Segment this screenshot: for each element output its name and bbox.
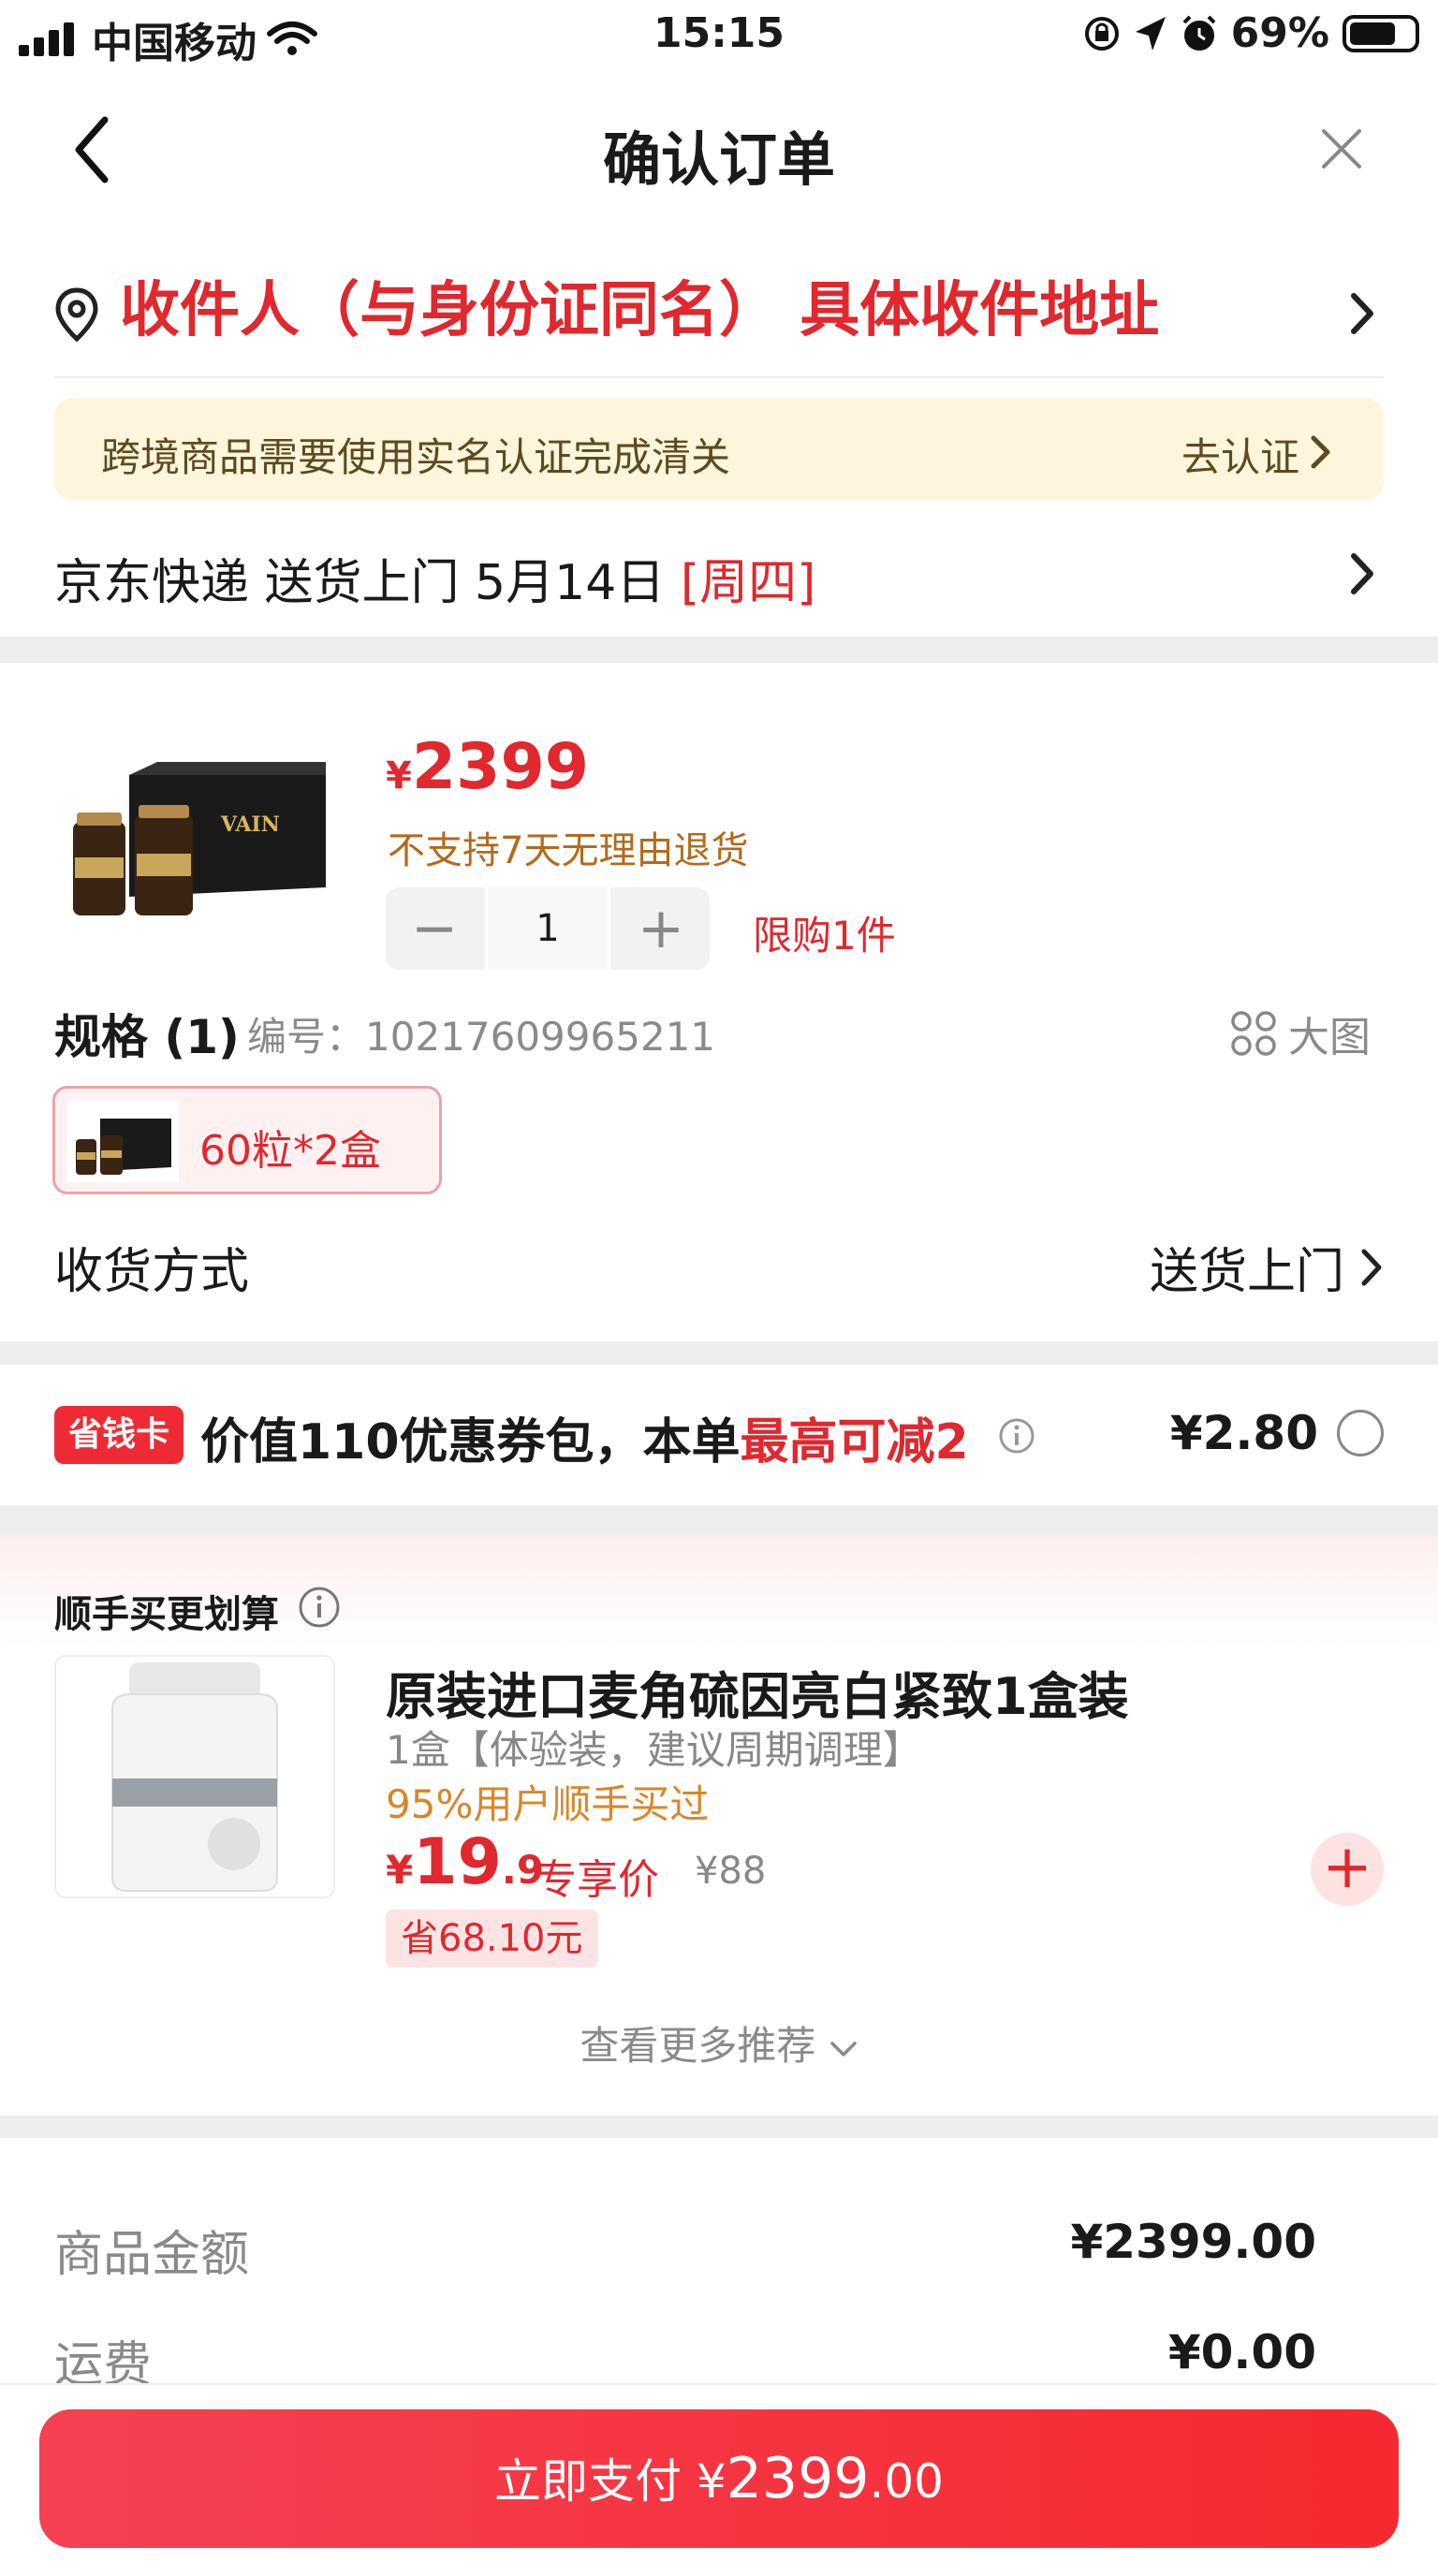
info-icon[interactable] xyxy=(998,1417,1035,1455)
page-title: 确认订单 xyxy=(602,125,835,194)
saver-price: ¥2.80 xyxy=(1169,1406,1318,1460)
goods-amount-label: 商品金额 xyxy=(54,2227,250,2283)
saver-radio[interactable] xyxy=(1337,1410,1384,1456)
addon-title: 顺手买更划算 xyxy=(54,1593,279,1636)
quantity-value[interactable]: 1 xyxy=(485,887,610,970)
addon-section: 顺手买更划算 原装进口麦角硫因亮白紧致1盒装 1盒【体验装，建议周期调理】 95… xyxy=(0,1535,1438,2115)
product-image[interactable]: VAIN xyxy=(54,756,335,925)
addon-original-price: ¥88 xyxy=(695,1850,767,1893)
decrease-button[interactable]: − xyxy=(386,887,483,970)
see-more-recommendations[interactable]: 查看更多推荐 xyxy=(0,2014,1438,2071)
chevron-right-icon xyxy=(1311,435,1330,469)
chevron-right-icon xyxy=(1361,1249,1382,1285)
spec-option-label: 60粒*2盒 xyxy=(199,1127,381,1175)
divider xyxy=(54,376,1384,378)
increase-button[interactable]: + xyxy=(612,887,710,970)
saver-card-section: 省钱卡 价值110优惠券包，本单最高可减2 ¥2.80 xyxy=(0,1365,1438,1505)
return-policy: 不支持7天无理由退货 xyxy=(388,829,749,872)
address-section: 收件人（与身份证同名） 具体收件地址 跨境商品需要使用实名认证完成清关 去认证 … xyxy=(0,225,1438,637)
saver-description: 价值110优惠券包，本单最高可减2 xyxy=(200,1414,969,1471)
delivery-row[interactable]: 京东快递 送货上门 5月14日 [周四] xyxy=(54,543,815,613)
addon-price: ¥19.9 xyxy=(386,1825,545,1899)
addon-image[interactable] xyxy=(54,1655,335,1898)
quantity-stepper: − 1 + xyxy=(386,887,710,970)
delivery-day: [周四] xyxy=(680,555,816,611)
pay-now-button[interactable]: 立即支付 ¥2399.00 xyxy=(39,2409,1399,2548)
purchase-limit: 限购1件 xyxy=(753,913,896,959)
big-image-button[interactable]: 大图 xyxy=(1230,1003,1371,1063)
chevron-down-icon xyxy=(829,2041,857,2056)
receive-method-value: 送货上门 xyxy=(1149,1244,1344,1300)
recipient-address: 收件人（与身份证同名） 具体收件地址 xyxy=(120,276,1160,345)
close-icon xyxy=(1322,129,1361,168)
receive-method-row[interactable]: 送货上门 xyxy=(1150,1232,1384,1302)
product-code: 编号：10217609965211 xyxy=(247,1014,716,1060)
saver-badge: 省钱卡 xyxy=(54,1406,183,1464)
addon-savings-badge: 省68.10元 xyxy=(386,1910,598,1968)
goods-amount-value: ¥2399.00 xyxy=(1070,2215,1316,2269)
info-icon[interactable] xyxy=(298,1586,341,1629)
add-addon-button[interactable]: + xyxy=(1311,1833,1384,1906)
chevron-right-icon xyxy=(1351,293,1373,334)
addon-description: 1盒【体验装，建议周期调理】 xyxy=(386,1727,922,1773)
delivery-info: 京东快递 送货上门 5月14日 xyxy=(54,555,666,611)
spec-label: 规格 (1) xyxy=(54,1010,240,1064)
product-section: VAIN ¥2399 不支持7天无理由退货 − 1 + 限购1件 规格 (1) … xyxy=(0,663,1438,1341)
battery-percent: 69% xyxy=(1230,9,1329,57)
spec-option-selected[interactable]: 60粒*2盒 xyxy=(52,1086,442,1194)
product-price: ¥2399 xyxy=(386,730,590,804)
verify-link[interactable]: 去认证 xyxy=(1181,426,1299,483)
rotation-lock-icon xyxy=(1084,16,1119,51)
status-icons: 69% xyxy=(1083,9,1419,57)
addon-price-tag: 专享价 xyxy=(536,1856,659,1904)
location-icon xyxy=(1135,16,1166,51)
address-row[interactable]: 收件人（与身份证同名） 具体收件地址 xyxy=(0,225,1438,374)
svg-text:VAIN: VAIN xyxy=(220,812,280,837)
receive-method-label: 收货方式 xyxy=(54,1244,250,1300)
nav-header: 确认订单 xyxy=(0,75,1438,225)
battery-icon xyxy=(1343,14,1419,52)
alarm-icon xyxy=(1182,15,1216,51)
close-button[interactable] xyxy=(1318,125,1365,172)
location-pin-icon xyxy=(55,287,98,343)
notice-text: 跨境商品需要使用实名认证完成清关 xyxy=(101,434,731,480)
status-bar: 中国移动 15:15 69% xyxy=(0,0,1438,75)
shipping-value: ¥0.00 xyxy=(1167,2325,1316,2379)
addon-bought-stat: 95%用户顺手买过 xyxy=(386,1781,710,1827)
divider xyxy=(0,2383,1438,2385)
grid-icon xyxy=(1231,1011,1276,1056)
supplement-bottle-icon xyxy=(111,1662,278,1892)
cross-border-notice: 跨境商品需要使用实名认证完成清关 去认证 xyxy=(54,398,1384,501)
chevron-right-icon xyxy=(1351,553,1373,594)
spec-option-thumbnail xyxy=(66,1100,179,1182)
